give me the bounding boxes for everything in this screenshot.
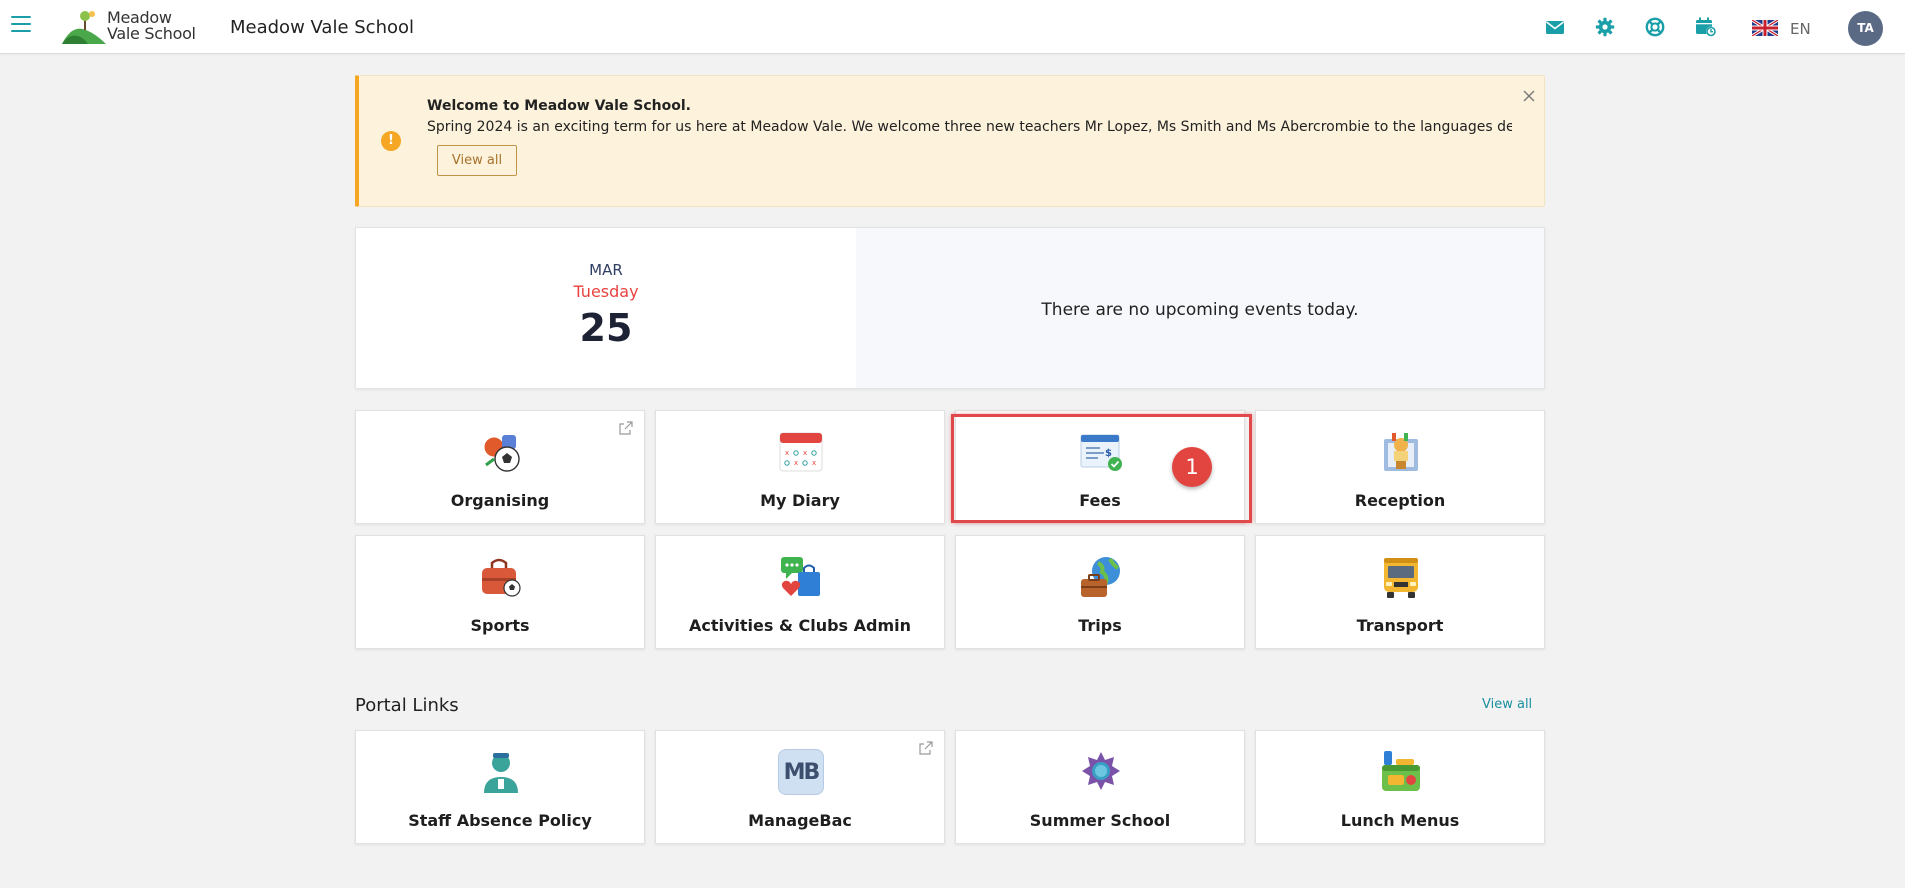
banner-title: Welcome to Meadow Vale School. bbox=[427, 98, 692, 114]
tile-label: ManageBac bbox=[748, 811, 852, 830]
tile-label: Transport bbox=[1356, 616, 1444, 635]
external-link-icon bbox=[619, 421, 633, 435]
tile-my-diary[interactable]: xxxx My Diary bbox=[655, 410, 945, 524]
top-bar: Meadow Vale School Meadow Vale School EN… bbox=[0, 0, 1905, 54]
svg-text:x: x bbox=[812, 459, 816, 467]
date-events-card: MAR Tuesday 25 There are no upcoming eve… bbox=[355, 227, 1545, 389]
svg-text:$: $ bbox=[1105, 448, 1112, 459]
lunchbox-icon bbox=[1382, 751, 1420, 791]
tile-label: Fees bbox=[1079, 491, 1121, 510]
tile-organising[interactable]: Organising bbox=[355, 410, 645, 524]
staff-person-icon bbox=[484, 753, 518, 793]
portal-link-staff-absence-policy[interactable]: Staff Absence Policy bbox=[355, 730, 645, 844]
portal-view-all-link[interactable]: View all bbox=[1482, 697, 1532, 712]
events-panel: There are no upcoming events today. bbox=[856, 228, 1544, 388]
tile-sports[interactable]: Sports bbox=[355, 535, 645, 649]
tile-reception[interactable]: Reception bbox=[1255, 410, 1545, 524]
lifebuoy-icon[interactable] bbox=[1645, 17, 1667, 39]
tile-label: Trips bbox=[1078, 616, 1122, 635]
reception-desk-icon bbox=[1384, 433, 1418, 471]
chat-bag-icon bbox=[781, 557, 820, 596]
school-bus-icon bbox=[1384, 558, 1418, 598]
tile-label: My Diary bbox=[760, 491, 840, 510]
tile-label: Activities & Clubs Admin bbox=[688, 616, 912, 635]
page-title: Meadow Vale School bbox=[230, 17, 415, 38]
envelope-icon[interactable] bbox=[1545, 17, 1567, 39]
sun-badge-icon bbox=[1082, 752, 1120, 790]
sports-bag-icon bbox=[482, 558, 521, 597]
user-avatar[interactable]: TA bbox=[1848, 11, 1883, 46]
gear-icon[interactable] bbox=[1595, 17, 1617, 39]
portal-links-title: Portal Links bbox=[355, 695, 459, 716]
uk-flag-icon bbox=[1752, 20, 1778, 36]
date-weekday: Tuesday bbox=[573, 282, 639, 301]
calendar-icon: x xx x bbox=[779, 432, 823, 472]
managebac-icon: MB bbox=[778, 749, 824, 795]
svg-text:x: x bbox=[794, 459, 798, 467]
logo-text: Meadow Vale School bbox=[107, 8, 196, 43]
warning-icon: ! bbox=[381, 131, 401, 151]
meadow-hill-icon bbox=[62, 11, 106, 44]
portal-link-managebac[interactable]: MB ManageBac bbox=[655, 730, 945, 844]
tile-label: Sports bbox=[470, 616, 530, 635]
hamburger-menu-icon[interactable] bbox=[11, 16, 31, 34]
portal-link-lunch-menus[interactable]: Lunch Menus bbox=[1255, 730, 1545, 844]
announcement-banner: ! Welcome to Meadow Vale School. Spring … bbox=[355, 75, 1545, 207]
invoice-icon: $ bbox=[1080, 434, 1122, 471]
tile-trips[interactable]: Trips bbox=[955, 535, 1245, 649]
calendar-clock-icon[interactable] bbox=[1695, 16, 1717, 38]
tile-label: Organising bbox=[450, 491, 550, 510]
sports-balls-icon bbox=[483, 435, 520, 472]
svg-text:x: x bbox=[803, 449, 807, 457]
banner-view-all-button[interactable]: View all bbox=[437, 145, 517, 176]
globe-suitcase-icon bbox=[1081, 557, 1120, 597]
tile-transport[interactable]: Transport bbox=[1255, 535, 1545, 649]
language-selector[interactable]: EN bbox=[1752, 18, 1812, 38]
no-events-text: There are no upcoming events today. bbox=[1041, 300, 1359, 320]
date-day-number: 25 bbox=[579, 306, 633, 350]
banner-text: Spring 2024 is an exciting term for us h… bbox=[427, 119, 1512, 135]
tile-activities-clubs-admin[interactable]: Activities & Clubs Admin bbox=[655, 535, 945, 649]
portal-link-summer-school[interactable]: Summer School bbox=[955, 730, 1245, 844]
svg-text:x: x bbox=[785, 449, 789, 457]
date-panel: MAR Tuesday 25 bbox=[356, 228, 856, 388]
school-logo[interactable]: Meadow Vale School bbox=[62, 10, 196, 44]
close-icon[interactable] bbox=[1521, 88, 1537, 104]
tile-label: Reception bbox=[1354, 491, 1446, 510]
tile-label: Lunch Menus bbox=[1340, 811, 1460, 830]
step-badge: 1 bbox=[1172, 447, 1212, 487]
external-link-icon bbox=[919, 741, 933, 755]
tile-label: Summer School bbox=[1029, 811, 1171, 830]
tile-label: Staff Absence Policy bbox=[408, 811, 592, 830]
language-label: EN bbox=[1790, 20, 1811, 38]
date-month: MAR bbox=[589, 261, 623, 279]
